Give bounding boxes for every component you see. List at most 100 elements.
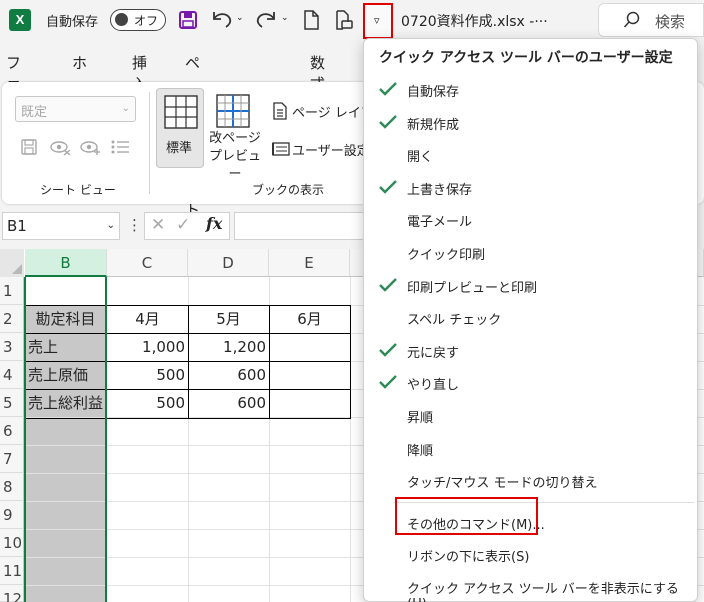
customize-qat-button[interactable]: ▿ [363, 3, 393, 39]
menu-item-hide-toolbar[interactable]: クイック アクセス ツール バーを非表示にする (H) [364, 571, 697, 602]
menu-item-label: クイック アクセス ツール バーを非表示にする (H) [407, 582, 679, 602]
menu-item[interactable]: タッチ/マウス モードの切り替え [364, 465, 697, 497]
checkmark-icon [379, 179, 397, 194]
chevron-down-icon: ⌄ [121, 103, 130, 114]
undo-dropdown-chevron-icon[interactable]: ⌄ [236, 13, 244, 23]
custom-views-label[interactable]: ユーザー設定 [292, 140, 370, 159]
page-break-label-line2: プレビュー [208, 149, 261, 182]
enter-check-icon[interactable]: ✓ [176, 215, 190, 235]
menu-item[interactable]: 自動保存 [364, 74, 697, 106]
search-label: 検索 [655, 13, 686, 31]
page-break-preview-label[interactable]: 改ページ プレビュー [207, 130, 263, 184]
search-box[interactable]: 検索 [598, 3, 704, 37]
row-header-4[interactable]: 4 [0, 361, 24, 389]
sheet-view-select[interactable]: 既定 ⌄ [15, 96, 136, 122]
menu-item-label: 自動保存 [407, 85, 460, 100]
page-break-preview-icon[interactable] [216, 94, 250, 128]
cell-c5[interactable]: 500 [107, 389, 188, 417]
menu-item[interactable]: 降順 [364, 433, 697, 465]
sheet-view-group-label: シート ビュー [40, 183, 116, 197]
menu-item-label: リボンの下に表示(S) [407, 550, 530, 565]
checkmark-icon [379, 375, 397, 390]
name-box[interactable]: B1 ⌄ [2, 212, 120, 240]
normal-view-label: 標準 [166, 141, 193, 156]
row-header-10[interactable]: 10 [0, 529, 24, 557]
row-header-8[interactable]: 8 [0, 473, 24, 501]
menu-item-label: スペル チェック [407, 313, 502, 329]
checkmark-icon [379, 114, 397, 129]
menu-item[interactable]: クイック印刷 [364, 237, 697, 269]
row-header-6[interactable]: 6 [0, 417, 24, 445]
name-box-value: B1 [7, 217, 27, 235]
menu-item[interactable]: 印刷プレビューと印刷 [364, 270, 697, 302]
toggle-knob [115, 13, 128, 26]
print-preview-icon[interactable] [334, 10, 354, 30]
row-header-12[interactable]: 12 [0, 585, 24, 602]
file-name: 0720資料作成.xlsx -··· [401, 14, 548, 30]
menu-item[interactable]: 元に戻す [364, 335, 697, 367]
column-header-b[interactable]: B [25, 249, 107, 277]
menu-item[interactable]: スペル チェック [364, 302, 697, 334]
cell-d3[interactable]: 1,200 [188, 333, 269, 361]
menu-item-label: 元に戻す [407, 345, 460, 361]
page-layout-icon[interactable] [272, 102, 288, 120]
column-header-d[interactable]: D [188, 249, 269, 277]
row-header-9[interactable]: 9 [0, 501, 24, 529]
row-header-7[interactable]: 7 [0, 445, 24, 473]
cell-d4[interactable]: 600 [188, 361, 269, 389]
search-icon [623, 11, 640, 28]
row-header-5[interactable]: 5 [0, 389, 24, 417]
cell-d2[interactable]: 5月 [188, 305, 269, 333]
menu-item[interactable]: 昇順 [364, 400, 697, 432]
autosave-toggle[interactable]: オフ [110, 9, 166, 31]
custom-views-icon[interactable] [272, 140, 290, 158]
column-header-c[interactable]: C [107, 249, 188, 277]
menu-item[interactable]: 電子メール [364, 204, 697, 236]
row-header-11[interactable]: 11 [0, 557, 24, 585]
save-icon[interactable] [178, 10, 198, 30]
cancel-icon[interactable]: ✕ [151, 215, 165, 235]
cell-c2[interactable]: 4月 [107, 305, 188, 333]
redo-dropdown-chevron-icon[interactable]: ⌄ [281, 13, 289, 23]
row-header-1[interactable]: 1 [0, 277, 24, 305]
row-header-2[interactable]: 2 [0, 305, 24, 333]
undo-icon[interactable] [210, 9, 234, 29]
menu-item-label: 新規作成 [407, 117, 460, 133]
cell-d5[interactable]: 600 [188, 389, 269, 417]
new-file-icon[interactable] [302, 10, 320, 30]
menu-item[interactable]: やり直し [364, 367, 697, 399]
menu-item-label: タッチ/マウス モードの切り替え [407, 476, 598, 492]
chevron-down-icon: ⌄ [106, 220, 115, 231]
menu-item-show-below-ribbon[interactable]: リボンの下に表示(S) [364, 539, 697, 571]
menu-item-label: 降順 [407, 443, 434, 459]
row-header-3[interactable]: 3 [0, 333, 24, 361]
normal-view-button[interactable]: 標準 [156, 88, 204, 168]
cell-e2[interactable]: 6月 [269, 305, 350, 333]
column-header-e[interactable]: E [269, 249, 350, 277]
menu-item[interactable]: 新規作成 [364, 107, 697, 139]
redo-icon[interactable] [254, 9, 278, 29]
cell-c3[interactable]: 1,000 [107, 333, 188, 361]
menu-item[interactable]: 上書き保存 [364, 172, 697, 204]
menu-item-label: 印刷プレビューと印刷 [407, 280, 538, 296]
cell-c4[interactable]: 500 [107, 361, 188, 389]
exit-view-icon [50, 141, 71, 156]
checkmark-icon [379, 277, 397, 292]
workbook-views-group-label: ブックの表示 [252, 183, 325, 197]
formula-input[interactable] [234, 212, 374, 240]
insert-function-icon[interactable]: fx [206, 214, 222, 233]
select-all-corner[interactable] [0, 249, 24, 277]
menu-item-label: 昇順 [407, 411, 434, 426]
menu-title: クイック アクセス ツール バーのユーザー設定 [379, 50, 673, 66]
checkmark-icon [379, 82, 397, 96]
page-break-label-line1: 改ページ [209, 131, 261, 146]
grid-view-icon [164, 95, 198, 129]
group-separator [149, 92, 150, 194]
more-options-icon[interactable]: ⋮ [127, 216, 142, 234]
more-commands-highlight-box [395, 497, 538, 535]
excel-logo-icon: X [9, 9, 31, 31]
menu-item[interactable]: 開く [364, 139, 697, 171]
menu-item-label: やり直し [407, 378, 460, 394]
options-list-icon [111, 140, 129, 154]
title-bar: X 自動保存 オフ ⌄ ⌄ ▿ 0720資料作成.xlsx -··· 検索 [0, 0, 704, 40]
